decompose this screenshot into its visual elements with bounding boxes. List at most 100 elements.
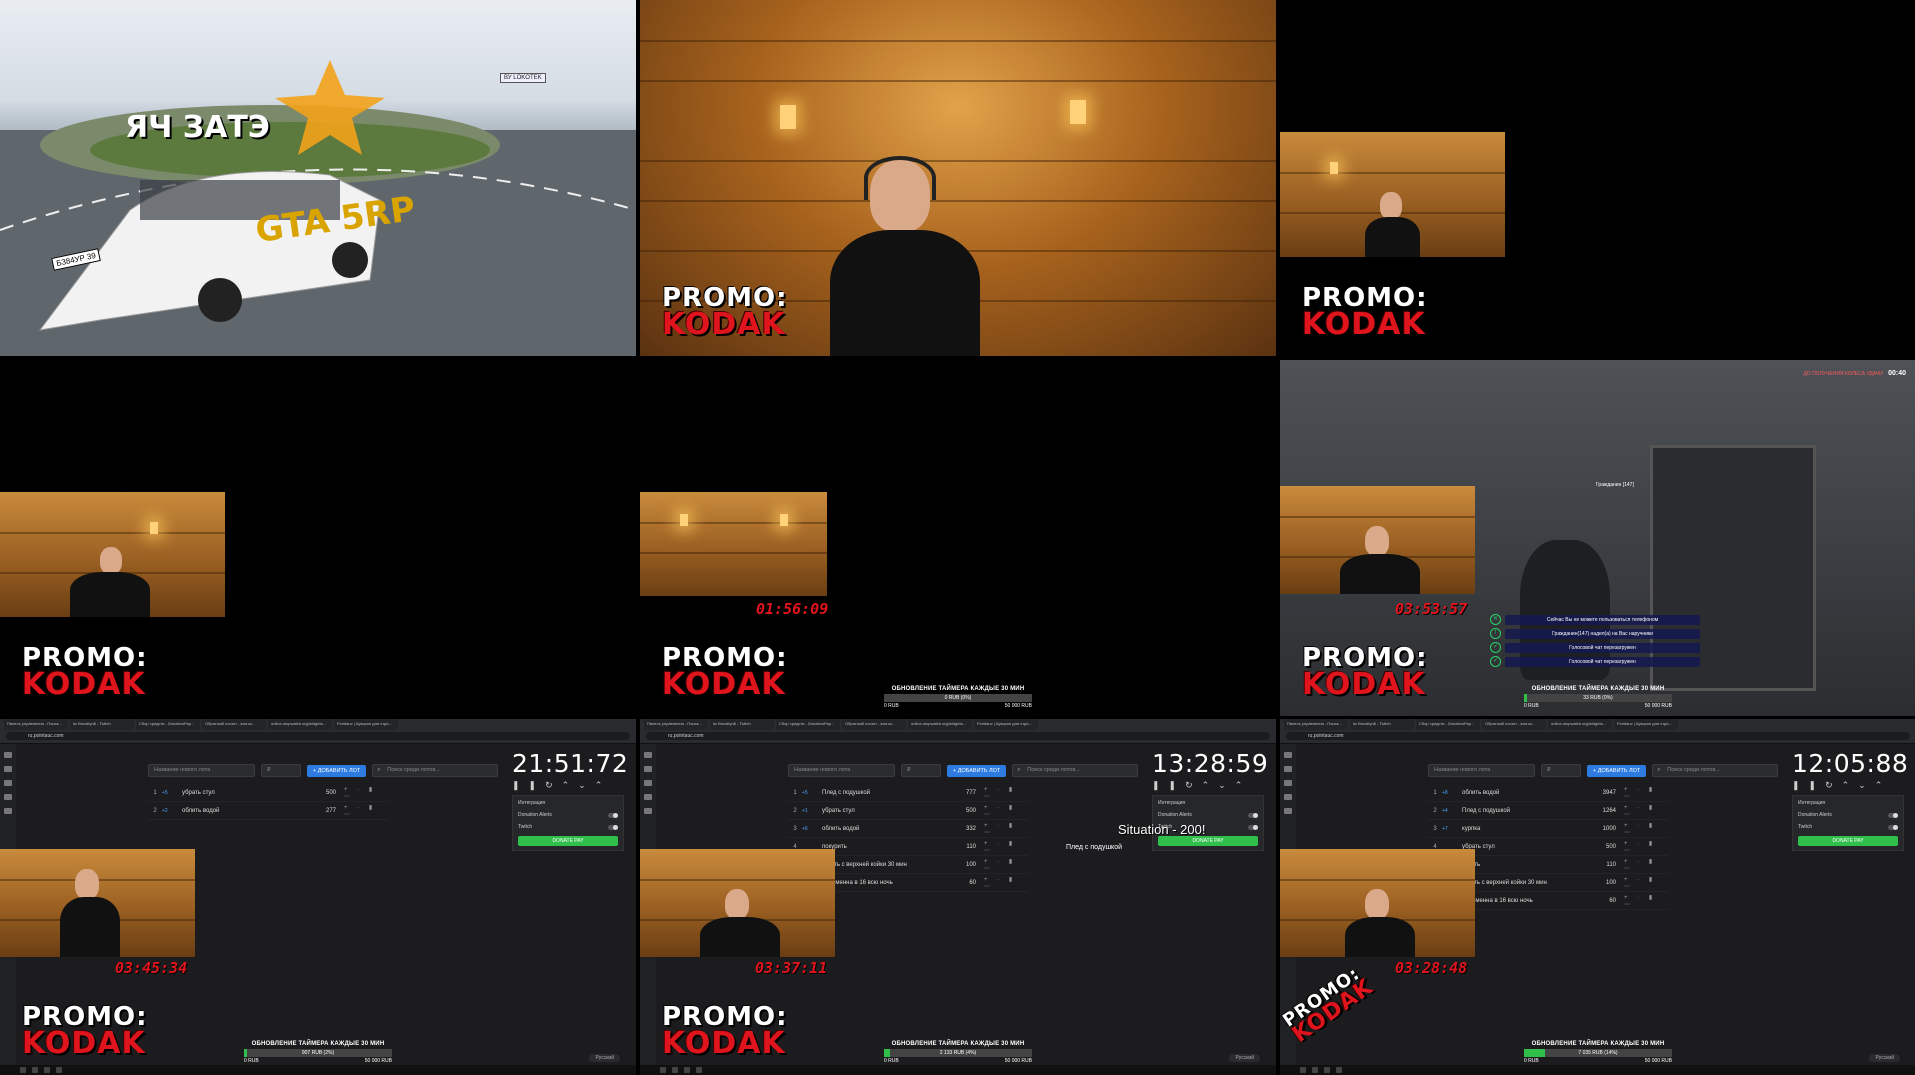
sidebar-icon[interactable] bbox=[644, 752, 652, 758]
lot-controls[interactable]: + · ▮ ⋯ bbox=[1624, 822, 1668, 836]
browser-tab[interactable]: Обратный отсчет - ксм.ко... bbox=[842, 719, 906, 730]
sidebar-icon[interactable] bbox=[644, 780, 652, 786]
sidebar-icon[interactable] bbox=[1284, 808, 1292, 814]
sidebar-icon[interactable] bbox=[4, 766, 12, 772]
twitch-toggle[interactable] bbox=[1888, 824, 1898, 830]
lot-row[interactable]: 1 +8 облить водой 3947 + · ▮ ⋯ bbox=[1428, 784, 1668, 802]
sidebar-icon[interactable] bbox=[4, 808, 12, 814]
lot-controls[interactable]: + · ▮ ⋯ bbox=[984, 840, 1028, 854]
clock-controls[interactable]: ❚❚↻⌃⌄⌃ bbox=[512, 780, 624, 791]
lot-controls[interactable]: + · ▮ ⋯ bbox=[344, 786, 388, 800]
lot-name-input[interactable]: Название нового лота bbox=[148, 764, 255, 777]
lot-search-input[interactable]: Поиск среди лотов... bbox=[1652, 764, 1779, 777]
folder-icon[interactable] bbox=[56, 1067, 62, 1073]
add-lot-button[interactable]: + ДОБАВИТЬ ЛОТ bbox=[307, 764, 367, 777]
browser-icon[interactable] bbox=[44, 1067, 50, 1073]
sidebar-icon[interactable] bbox=[4, 794, 12, 800]
donate-pay-button[interactable]: DONATE PAY bbox=[1798, 836, 1898, 846]
lot-amount-input[interactable]: ₽ bbox=[901, 764, 941, 777]
lot-row[interactable]: 3 +6 облить водой 332 + · ▮ ⋯ bbox=[788, 820, 1028, 838]
language-select[interactable]: Русский bbox=[1229, 1054, 1260, 1062]
lot-controls[interactable]: + · ▮ ⋯ bbox=[984, 822, 1028, 836]
lot-name-input[interactable]: Название нового лота bbox=[788, 764, 895, 777]
browser-tab[interactable]: Pointauc | Аукцион для стри... bbox=[334, 719, 398, 730]
donate-pay-button[interactable]: DONATE PAY bbox=[518, 836, 618, 846]
sidebar-icon[interactable] bbox=[4, 752, 12, 758]
folder-icon[interactable] bbox=[1336, 1067, 1342, 1073]
lot-row[interactable]: 1 +5 Плед с подушкой 777 + · ▮ ⋯ bbox=[788, 784, 1028, 802]
search-icon[interactable] bbox=[672, 1067, 678, 1073]
lot-controls[interactable]: + · ▮ ⋯ bbox=[984, 876, 1028, 890]
lot-controls[interactable]: + · ▮ ⋯ bbox=[1624, 840, 1668, 854]
browser-tab[interactable]: Сбор средств - DonationPay... bbox=[136, 719, 200, 730]
sidebar-icon[interactable] bbox=[1284, 780, 1292, 786]
sidebar-icon[interactable] bbox=[644, 794, 652, 800]
browser-icon[interactable] bbox=[684, 1067, 690, 1073]
browser-tab[interactable]: Pointauc | Аукцион для стри... bbox=[1614, 719, 1678, 730]
lot-controls[interactable]: + · ▮ ⋯ bbox=[1624, 858, 1668, 872]
lot-search-input[interactable]: Поиск среди лотов... bbox=[1012, 764, 1139, 777]
donation-alerts-toggle[interactable] bbox=[1888, 812, 1898, 818]
start-icon[interactable] bbox=[1300, 1067, 1306, 1073]
language-select[interactable]: Русский bbox=[1869, 1054, 1900, 1062]
browser-icon[interactable] bbox=[1324, 1067, 1330, 1073]
sidebar-icon[interactable] bbox=[1284, 794, 1292, 800]
add-lot-button[interactable]: + ДОБАВИТЬ ЛОТ bbox=[1587, 764, 1647, 777]
browser-tab[interactable]: Сбор средств - DonationPay... bbox=[776, 719, 840, 730]
lot-controls[interactable]: + · ▮ ⋯ bbox=[1624, 894, 1668, 908]
browser-tab[interactable]: online-stopwatch.org/widgets... bbox=[1548, 719, 1612, 730]
twitch-toggle[interactable] bbox=[608, 824, 618, 830]
browser-tab[interactable]: itz Brooklyn8 - Twitch bbox=[710, 719, 774, 730]
browser-tab[interactable]: Обратный отсчет - ксм.ко... bbox=[1482, 719, 1546, 730]
lot-row[interactable]: 2 +4 Плед с подушкой 1264 + · ▮ ⋯ bbox=[1428, 802, 1668, 820]
start-icon[interactable] bbox=[20, 1067, 26, 1073]
lot-row[interactable]: 2 +1 убрать стул 500 + · ▮ ⋯ bbox=[788, 802, 1028, 820]
sidebar-icon[interactable] bbox=[1284, 752, 1292, 758]
browser-tab[interactable]: online-stopwatch.org/widgets... bbox=[268, 719, 332, 730]
folder-icon[interactable] bbox=[696, 1067, 702, 1073]
chat-status-icon: ✓ bbox=[1490, 642, 1501, 653]
search-icon[interactable] bbox=[32, 1067, 38, 1073]
lot-controls[interactable]: + · ▮ ⋯ bbox=[984, 804, 1028, 818]
lot-amount-input[interactable]: ₽ bbox=[261, 764, 301, 777]
donation-alerts-toggle[interactable] bbox=[1248, 812, 1258, 818]
search-icon[interactable] bbox=[1312, 1067, 1318, 1073]
lot-name-input[interactable]: Название нового лота bbox=[1428, 764, 1535, 777]
sidebar-icon[interactable] bbox=[1284, 766, 1292, 772]
lot-amount-input[interactable]: ₽ bbox=[1541, 764, 1581, 777]
browser-tab[interactable]: Панель управления - Поиск... bbox=[1284, 719, 1348, 730]
sidebar-icon[interactable] bbox=[644, 808, 652, 814]
address-bar[interactable]: ru.pointauc.com bbox=[1286, 732, 1910, 740]
browser-tab[interactable]: Обратный отсчет - ксм.ко... bbox=[202, 719, 266, 730]
browser-tab[interactable]: itz Brooklyn8 - Twitch bbox=[70, 719, 134, 730]
lot-row[interactable]: 1 +5 убрать стул 500 + · ▮ ⋯ bbox=[148, 784, 388, 802]
lot-row[interactable]: 3 +7 курпка 1000 + · ▮ ⋯ bbox=[1428, 820, 1668, 838]
webcam-view bbox=[1280, 849, 1475, 957]
lot-controls[interactable]: + · ▮ ⋯ bbox=[344, 804, 388, 818]
lot-row[interactable]: 2 +2 облить водой 277 + · ▮ ⋯ bbox=[148, 802, 388, 820]
start-icon[interactable] bbox=[660, 1067, 666, 1073]
donation-alerts-toggle[interactable] bbox=[608, 812, 618, 818]
lot-controls[interactable]: + · ▮ ⋯ bbox=[1624, 786, 1668, 800]
lot-controls[interactable]: + · ▮ ⋯ bbox=[1624, 876, 1668, 890]
clock-controls[interactable]: ❚❚↻⌃⌄⌃ bbox=[1792, 780, 1904, 791]
browser-tab[interactable]: Сбор средств - DonationPay... bbox=[1416, 719, 1480, 730]
lot-search-input[interactable]: Поиск среди лотов... bbox=[372, 764, 499, 777]
address-bar[interactable]: ru.pointauc.com bbox=[646, 732, 1270, 740]
sidebar-icon[interactable] bbox=[644, 766, 652, 772]
sidebar-icon[interactable] bbox=[4, 780, 12, 786]
lot-controls[interactable]: + · ▮ ⋯ bbox=[984, 858, 1028, 872]
clock-controls[interactable]: ❚❚↻⌃⌄⌃ bbox=[1152, 780, 1264, 791]
browser-tab[interactable]: Pointauc | Аукцион для стри... bbox=[974, 719, 1038, 730]
browser-tab[interactable]: online-stopwatch.org/widgets... bbox=[908, 719, 972, 730]
twitch-toggle[interactable] bbox=[1248, 824, 1258, 830]
language-select[interactable]: Русский bbox=[589, 1054, 620, 1062]
browser-tab[interactable]: itz Brooklyn8 - Twitch bbox=[1350, 719, 1414, 730]
add-lot-button[interactable]: + ДОБАВИТЬ ЛОТ bbox=[947, 764, 1007, 777]
address-bar[interactable]: ru.pointauc.com bbox=[6, 732, 630, 740]
lot-controls[interactable]: + · ▮ ⋯ bbox=[1624, 804, 1668, 818]
browser-tab[interactable]: Панель управления - Поиск... bbox=[644, 719, 708, 730]
donate-pay-button[interactable]: DONATE PAY bbox=[1158, 836, 1258, 846]
browser-tab[interactable]: Панель управления - Поиск... bbox=[4, 719, 68, 730]
lot-controls[interactable]: + · ▮ ⋯ bbox=[984, 786, 1028, 800]
